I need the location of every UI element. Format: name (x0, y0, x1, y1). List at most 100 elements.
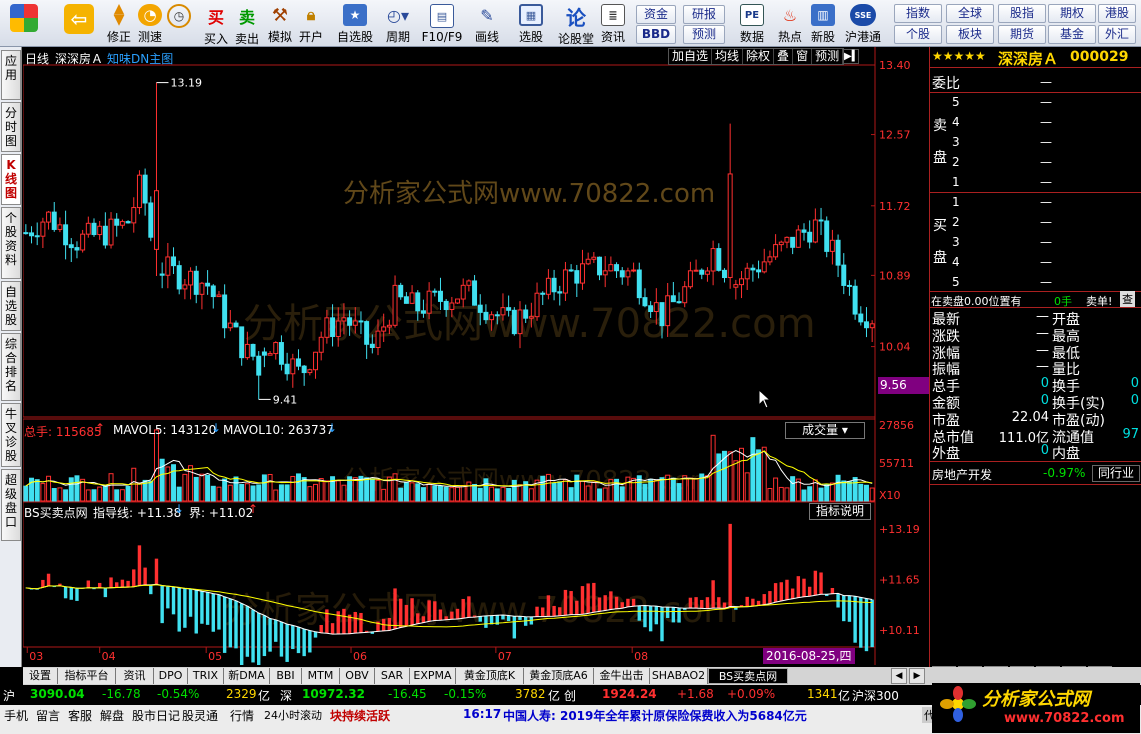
market-button[interactable]: 期货 (998, 25, 1046, 44)
hs300-label[interactable]: 沪深300 (852, 687, 899, 704)
market-button[interactable]: 期权 (1048, 4, 1096, 23)
open-account-button[interactable]: 🔒︎ 开户 (297, 3, 325, 45)
kline-chart[interactable]: 分析家公式网www.70822.com分析家公式网www.70822.com分析… (23, 47, 927, 665)
industry-label[interactable]: 房地产开发 (932, 466, 992, 483)
status-item[interactable]: 留言 (36, 707, 60, 724)
volume-indicator-button[interactable]: 成交量 ▾ (785, 422, 865, 439)
stock-picker-button[interactable]: ▦ 选股 (513, 3, 549, 45)
status-item[interactable]: 行情 (230, 707, 254, 724)
chart-header-button[interactable]: 窗 (793, 49, 813, 64)
indicator-tab[interactable]: 设置 (23, 668, 58, 684)
indicator-tab[interactable]: MTM (302, 668, 340, 684)
status-item[interactable]: 股灵通 (182, 707, 218, 724)
market-button[interactable]: 外汇 (1098, 25, 1136, 44)
left-tab[interactable]: 分时图 (1, 102, 21, 152)
chart-header-button[interactable]: 加自选 (669, 49, 713, 64)
kline-chart-area[interactable]: 分析家公式网www.70822.com 分析家公式网www.70822.com 分析… (23, 47, 930, 665)
indicator-tab[interactable]: DPO (154, 668, 188, 684)
hk-connect-button[interactable]: SSE 沪港通 (842, 3, 884, 45)
hot-button[interactable]: ♨ 热点 (775, 3, 805, 45)
chart-header-button[interactable]: 预测 (812, 49, 844, 64)
clock-button[interactable]: ◷ (165, 3, 193, 45)
peer-industry-button[interactable]: 同行业 (1092, 465, 1140, 482)
left-tab[interactable]: 个股资料 (1, 207, 21, 279)
indicator-help-button[interactable]: 指标说明 (809, 503, 871, 520)
volume-bar-down (540, 475, 546, 502)
indicator-tab[interactable]: 资讯 (116, 668, 154, 684)
candle-up (545, 277, 551, 295)
status-item[interactable]: 手机 (4, 707, 28, 724)
forum-button[interactable]: 论 论股堂 (556, 3, 596, 47)
candle-up (693, 269, 699, 272)
data-button[interactable]: PE 数据 (737, 3, 767, 45)
period-label[interactable]: 日线 (25, 50, 49, 67)
windows-logo-button[interactable] (6, 3, 42, 45)
tab-scroll-left-icon[interactable]: ◀ (891, 668, 907, 684)
indicator-tab[interactable]: BS买卖点网 (708, 668, 788, 684)
period-button[interactable]: ◴▾ 周期 (380, 3, 416, 45)
candle-up (744, 267, 750, 280)
status-item[interactable]: 解盘 (100, 707, 124, 724)
market-button[interactable]: 基金 (1048, 25, 1096, 44)
market-button[interactable]: 板块 (946, 25, 994, 44)
period-label: 周期 (385, 30, 410, 44)
tab-scroll-right-icon[interactable]: ▶ (909, 668, 925, 684)
inline-query-button[interactable]: 查 (1120, 291, 1135, 307)
chart-header-button[interactable]: 叠 (774, 49, 794, 64)
simulate-button[interactable]: ⚒ 模拟 (266, 3, 294, 45)
chart-header-button[interactable]: 除权 (743, 49, 775, 64)
scroll-news-label[interactable]: 24小时滚动 (264, 707, 322, 723)
capital-button[interactable]: 资金 (636, 5, 676, 24)
indicator-tab[interactable]: 指标平台 (58, 668, 116, 684)
candle-down (34, 235, 40, 238)
news-button[interactable]: ≣ 资讯 (599, 3, 627, 45)
indicator-tab[interactable]: OBV (340, 668, 375, 684)
market-button[interactable]: 全球 (946, 4, 994, 23)
research-button[interactable]: 研报 (683, 5, 725, 24)
forecast-button[interactable]: 预测 (683, 25, 725, 44)
bbd-button[interactable]: BBD (636, 25, 676, 44)
sell-button[interactable]: 卖 卖出 (233, 3, 261, 46)
indicator-tab[interactable]: SHABAO2 (650, 668, 708, 684)
left-tab[interactable]: 牛叉诊股 (1, 403, 21, 467)
indicator-tab[interactable]: 金牛出击 (594, 668, 650, 684)
indicator-tab[interactable]: SAR (375, 668, 410, 684)
f10-button[interactable]: ▤ F10/F9 (420, 3, 464, 45)
speed-test-button[interactable]: ◔ 测速 (135, 3, 165, 45)
left-tab[interactable]: 超级盘口 (1, 469, 21, 541)
left-tab[interactable]: 应用 (1, 50, 21, 100)
indicator-tab[interactable]: BBI (270, 668, 302, 684)
candle-down (330, 317, 336, 337)
indicator-tab[interactable]: EXPMA (410, 668, 456, 684)
back-button[interactable]: ⇦ (60, 3, 98, 45)
left-tab[interactable]: K线图 (1, 154, 21, 205)
sz-index-label[interactable]: 深 (280, 687, 292, 704)
market-button[interactable]: 个股 (894, 25, 942, 44)
left-tab[interactable]: 自选股 (1, 281, 21, 331)
indicator-tab[interactable]: 新DMA (224, 668, 270, 684)
market-button[interactable]: 股指 (998, 4, 1046, 23)
status-item[interactable]: 股市日记 (132, 707, 180, 724)
sh-index-label[interactable]: 沪 (3, 687, 15, 704)
chart-header-button[interactable]: 均线 (712, 49, 744, 64)
indicator-name-label[interactable]: 知味DN主图 (107, 50, 173, 67)
left-tab[interactable]: 综合排名 (1, 333, 21, 401)
cy-index-label[interactable]: 创 (564, 687, 576, 704)
chart-menu-arrow-icon[interactable]: ▶▍ (843, 49, 859, 64)
indicator-tab[interactable]: 黄金顶底K (456, 668, 524, 684)
draw-line-button[interactable]: ✎ 画线 (469, 3, 505, 45)
hot-sector-text[interactable]: 块持续活跃 (330, 707, 390, 724)
market-button[interactable]: 港股 (1098, 4, 1136, 23)
watchlist-button[interactable]: ★ 自选股 (335, 3, 375, 45)
buy-button[interactable]: 买 买入 (202, 3, 230, 46)
market-button[interactable]: 指数 (894, 4, 942, 23)
hot-fire-icon: ♨ (782, 5, 798, 25)
new-stock-button[interactable]: ▥ 新股 (808, 3, 838, 45)
indicator-tab[interactable]: 黄金顶底A6 (524, 668, 594, 684)
candle-down (420, 310, 426, 314)
correct-button[interactable]: ▲ ▼ 修正 (104, 2, 134, 45)
indicator-tab[interactable]: TRIX (188, 668, 224, 684)
news-headline[interactable]: 中国人寿: 2019年全年累计原保险保费收入为5684亿元 (503, 707, 807, 724)
volume-bar-up (739, 447, 745, 502)
status-item[interactable]: 客服 (68, 707, 92, 724)
